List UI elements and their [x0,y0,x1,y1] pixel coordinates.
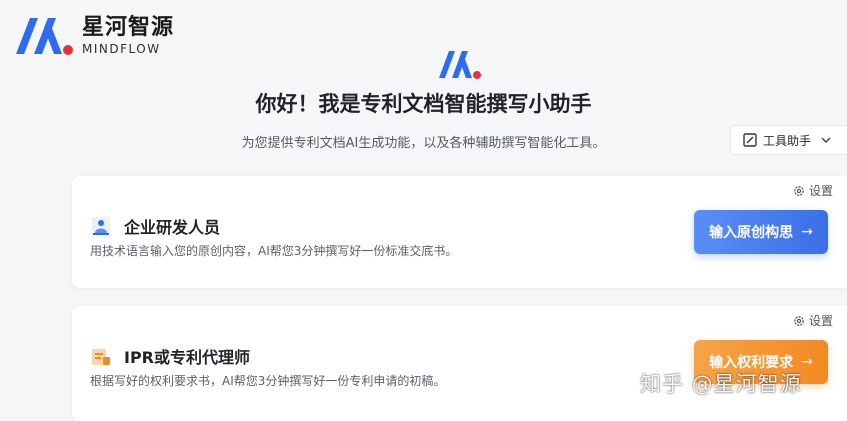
settings-button[interactable]: 设置 [793,182,833,199]
button-label: 输入原创构思 [709,225,794,241]
arrow-right-icon: → [801,354,813,370]
mindflow-mark-icon [439,51,481,79]
card-title: IPR或专利代理师 [124,348,251,367]
tools-label: 工具助手 [763,133,812,148]
arrow-right-icon: → [801,224,813,240]
brand-logo[interactable]: 星河智源 MINDFLOW [14,14,174,58]
page-title: 你好！我是专利文档智能撰写小助手 [255,92,592,116]
tools-dropdown[interactable]: 工具助手 [730,125,847,155]
page-subtitle: 为您提供专利文档AI生成功能，以及各种辅助撰写智能化工具。 [241,136,606,151]
settings-label: 设置 [808,314,833,328]
tool-icon [743,133,757,147]
card-title: 企业研发人员 [124,218,221,237]
researcher-icon [92,217,110,235]
settings-label: 设置 [808,184,833,198]
chevron-down-icon [821,137,831,143]
mindflow-logo-icon [16,18,73,55]
zhihu-watermark: 知乎 @星河智源 [640,372,802,396]
brand-name-cn: 星河智源 [82,15,175,40]
card-description: 用技术语言输入您的原创内容，AI帮您3分钟撰写好一份标准交底书。 [90,244,458,258]
card-description: 根据写好的权利要求书，AI帮您3分钟撰写好一份专利申请的初稿。 [90,374,446,388]
attorney-icon [92,349,110,365]
settings-button[interactable]: 设置 [793,312,833,329]
input-original-idea-button[interactable]: 输入原创构思 → [694,210,828,254]
brand-name-en: MINDFLOW [82,42,161,56]
card-ipr-agent: 设置 IPR或专利代理师 根据写好的权利要求书，AI帮您3分钟撰写好一份专利申请… [72,306,847,421]
gear-icon [794,315,804,326]
card-rd-staff: 设置 企业研发人员 用技术语言输入您的原创内容，AI帮您3分钟撰写好一份标准交底… [72,176,847,288]
gear-icon [794,185,804,196]
